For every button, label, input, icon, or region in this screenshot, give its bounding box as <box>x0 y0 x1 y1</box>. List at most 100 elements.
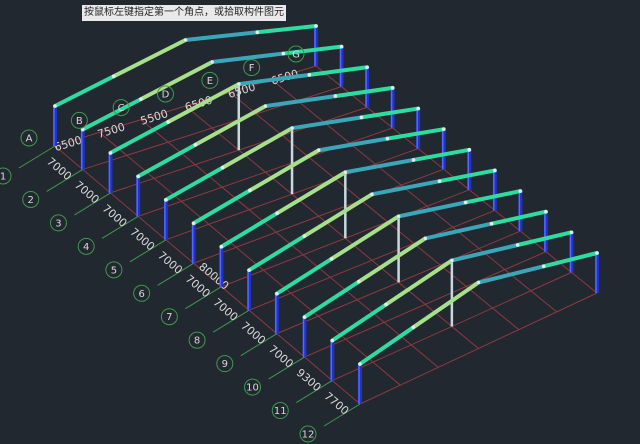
steel-rafter[interactable] <box>111 38 188 79</box>
steel-rafter[interactable] <box>220 126 295 170</box>
steel-rafter[interactable] <box>136 142 198 179</box>
row-spacing-label: 7000 <box>100 202 130 230</box>
grid-line-F <box>271 79 558 313</box>
row-spacing-label: 7700 <box>322 390 352 418</box>
node-point <box>302 315 307 319</box>
axis-label-row: 9 <box>222 359 228 370</box>
steel-rafter[interactable] <box>247 148 321 193</box>
col-spacing-label: 6500 <box>53 134 84 155</box>
node-point <box>248 188 252 193</box>
node-point <box>396 214 401 219</box>
row-spacing-label: 7000 <box>211 296 241 324</box>
axis-label-row: 1 <box>0 172 6 183</box>
portal-frame[interactable] <box>358 251 599 404</box>
row-spacing-label: 7000 <box>266 343 296 371</box>
row-spacing-label: 7000 <box>72 179 102 207</box>
node-point <box>515 243 520 247</box>
node-point <box>302 234 307 238</box>
steel-rafter[interactable] <box>358 325 416 366</box>
axis-label-row: 3 <box>55 218 61 229</box>
axis-label-row: 10 <box>246 383 259 394</box>
node-point <box>210 60 214 64</box>
node-point <box>275 291 279 296</box>
steel-rafter[interactable] <box>330 302 389 343</box>
steel-rafter[interactable] <box>307 65 370 77</box>
axis-label-row: 8 <box>194 336 200 347</box>
node-point <box>136 174 140 179</box>
node-point <box>219 244 224 249</box>
node-point <box>358 362 362 366</box>
row-spacing-label: 7000 <box>238 319 268 347</box>
steel-rafter[interactable] <box>274 256 334 296</box>
axis-label-row: 5 <box>111 265 117 276</box>
steel-rafter[interactable] <box>290 115 364 131</box>
steel-rafter[interactable] <box>476 264 546 285</box>
axis-label-col: F <box>249 63 255 74</box>
steel-rafter[interactable] <box>191 188 252 226</box>
node-point <box>333 94 338 98</box>
node-point <box>343 170 348 175</box>
axis-label-row: 4 <box>83 242 89 253</box>
steel-rafter[interactable] <box>53 74 116 108</box>
node-point <box>339 44 344 49</box>
axis-label-col: D <box>162 90 170 101</box>
node-point <box>314 24 318 28</box>
node-point <box>390 86 395 90</box>
steel-rafter[interactable] <box>166 82 241 124</box>
node-point <box>463 200 468 205</box>
steel-rafter[interactable] <box>275 170 348 216</box>
steel-rafter[interactable] <box>384 258 454 307</box>
node-point <box>384 302 388 307</box>
node-point <box>139 97 143 101</box>
command-prompt: 按鼠标左键指定第一个角点，或拾取构件图元 <box>82 5 286 21</box>
node-point <box>316 148 321 153</box>
steel-rafter[interactable] <box>163 165 225 202</box>
axis-label-row: 12 <box>302 430 315 441</box>
node-point <box>370 192 374 197</box>
axis-label-row: 2 <box>28 195 34 206</box>
node-point <box>569 230 574 235</box>
node-point <box>191 221 196 226</box>
node-point <box>247 268 251 272</box>
steel-rafter[interactable] <box>255 24 318 35</box>
node-point <box>365 65 369 70</box>
steel-rafter[interactable] <box>423 221 494 241</box>
node-point <box>108 151 113 155</box>
axis-label-row: 7 <box>166 312 172 323</box>
node-point <box>53 104 57 108</box>
steel-rafter[interactable] <box>183 30 260 42</box>
steel-rafter[interactable] <box>302 192 374 239</box>
steel-rafter[interactable] <box>329 214 401 261</box>
node-point <box>329 257 334 261</box>
portal-frame[interactable] <box>108 65 370 193</box>
axis-label-col: C <box>118 103 125 114</box>
node-point <box>541 264 546 269</box>
row-spacing-label: 7000 <box>127 225 157 253</box>
node-point <box>357 279 361 284</box>
steel-rafter[interactable] <box>449 243 520 263</box>
steel-rafter[interactable] <box>316 136 390 153</box>
steel-rafter[interactable] <box>193 104 268 147</box>
axis-label-row: 11 <box>274 406 287 417</box>
dimension-annotations: 7000700070007000700070007000700070009300… <box>18 67 361 427</box>
node-point <box>423 236 428 241</box>
node-point <box>385 136 390 141</box>
cad-viewport[interactable]: 7000700070007000700070007000700070009300… <box>0 0 640 444</box>
steel-rafter[interactable] <box>219 211 280 249</box>
node-point <box>467 148 472 152</box>
node-point <box>493 168 497 173</box>
node-point <box>263 104 268 108</box>
steel-rafter[interactable] <box>343 157 416 175</box>
node-point <box>489 221 494 226</box>
node-point <box>518 189 523 193</box>
node-point <box>166 120 170 124</box>
node-point <box>416 106 420 111</box>
node-point <box>441 127 446 131</box>
axis-label-col: A <box>26 134 33 145</box>
row-spacing-label: 7000 <box>155 249 185 277</box>
axis-label-col: B <box>76 116 83 127</box>
steel-rafter[interactable] <box>263 94 338 109</box>
node-point <box>275 211 279 216</box>
node-point <box>359 115 364 120</box>
steel-rafter[interactable] <box>302 279 361 320</box>
